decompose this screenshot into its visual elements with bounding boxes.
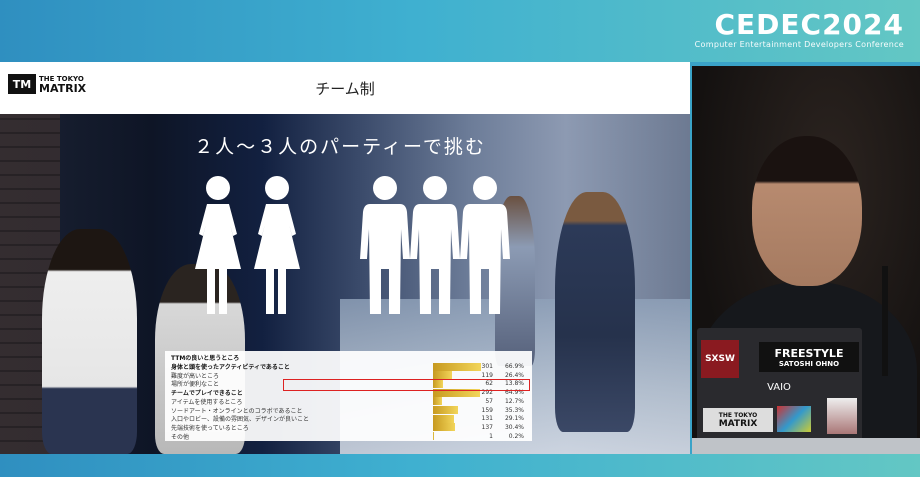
three-person-icon (358, 174, 513, 324)
survey-percent: 26.4% (504, 371, 524, 379)
cedec-title: CEDEC2024 (714, 8, 904, 41)
survey-row: その他 1 0.2% (171, 432, 526, 441)
slide-photo: ２人〜３人のパーティーで挑む TTMの良いと思うところ 身体と頭を使ったアクティ… (0, 114, 690, 454)
survey-percent: 30.4% (504, 423, 524, 431)
photo-sticker (827, 398, 857, 434)
speaker-video: SXSW FREESTYLE SATOSHI OHNO VAIO THE TOK… (692, 66, 920, 454)
vaio-logo: VAIO (767, 381, 791, 393)
survey-bar (433, 406, 459, 414)
survey-row-label: ソードアート・オンラインとのコラボであること (171, 407, 303, 415)
slide-subtitle: ２人〜３人のパーティーで挑む (194, 136, 486, 158)
laptop: SXSW FREESTYLE SATOSHI OHNO VAIO THE TOK… (697, 328, 862, 446)
survey-percent: 0.2% (508, 432, 524, 440)
survey-count: 301 (481, 363, 493, 370)
survey-row-label: 先端技術を使っているところ (171, 424, 249, 432)
survey-table: TTMの良いと思うところ 身体と頭を使ったアクティビティであること 301 66.9… (165, 351, 532, 441)
survey-count: 57 (485, 397, 493, 405)
survey-row-label: 入口やロビー、設備の雰囲気、デザインが良いこと (171, 416, 309, 424)
freestyle-sticker: FREESTYLE SATOSHI OHNO (759, 342, 859, 372)
survey-percent: 35.3% (504, 406, 524, 414)
survey-bar (433, 432, 434, 441)
cedec-logo: CEDEC2024 Computer Entertainment Develop… (694, 8, 904, 50)
player-figure (42, 229, 137, 454)
highlight-box (283, 379, 530, 391)
survey-bar (433, 423, 455, 432)
survey-bar (433, 414, 454, 423)
survey-row-label: その他 (171, 433, 190, 441)
survey-row: 入口やロビー、設備の雰囲気、デザインが良いこと 131 29.1% (171, 414, 526, 423)
survey-count: 119 (481, 371, 493, 379)
slide-header: TM THE TOKYO MATRIX チーム制 (0, 62, 690, 114)
survey-count: 131 (481, 415, 493, 423)
survey-count: 137 (481, 423, 493, 431)
tokyo-matrix-sticker: THE TOKYO MATRIX (703, 408, 773, 432)
survey-percent: 12.7% (504, 397, 524, 405)
colorful-sticker (777, 406, 811, 432)
cedec-subtitle: Computer Entertainment Developers Confer… (694, 40, 904, 49)
survey-bar (433, 397, 443, 406)
conference-banner: CEDEC2024 Computer Entertainment Develop… (0, 0, 920, 62)
survey-row-label: 身体と頭を使ったアクティビティであること (171, 364, 290, 371)
desk (692, 438, 920, 454)
sxsw-sticker: SXSW (701, 340, 739, 378)
survey-percent: 66.9% (504, 363, 524, 370)
survey-header: TTMの良いと思うところ (171, 355, 240, 362)
presentation-slide: TM THE TOKYO MATRIX チーム制 ２人〜３人のパーティーで挑む (0, 62, 690, 454)
player-figure (555, 192, 635, 432)
survey-row: アイテムを使用するところ 57 12.7% (171, 397, 526, 406)
slide-title: チーム制 (315, 80, 375, 98)
two-person-icon (185, 174, 310, 324)
survey-count: 1 (489, 432, 493, 440)
survey-bar (433, 371, 452, 380)
survey-row: 先端技術を使っているところ 137 30.4% (171, 423, 526, 432)
survey-count: 159 (481, 406, 493, 414)
microphone (882, 266, 888, 376)
survey-percent: 29.1% (504, 415, 524, 423)
speaker-head (752, 136, 862, 286)
survey-row-label: アイテムを使用するところ (171, 398, 243, 406)
survey-row: 身体と頭を使ったアクティビティであること 301 66.9% (171, 362, 526, 371)
survey-row: ソードアート・オンラインとのコラボであること 159 35.3% (171, 406, 526, 415)
bottom-bar (0, 454, 920, 477)
